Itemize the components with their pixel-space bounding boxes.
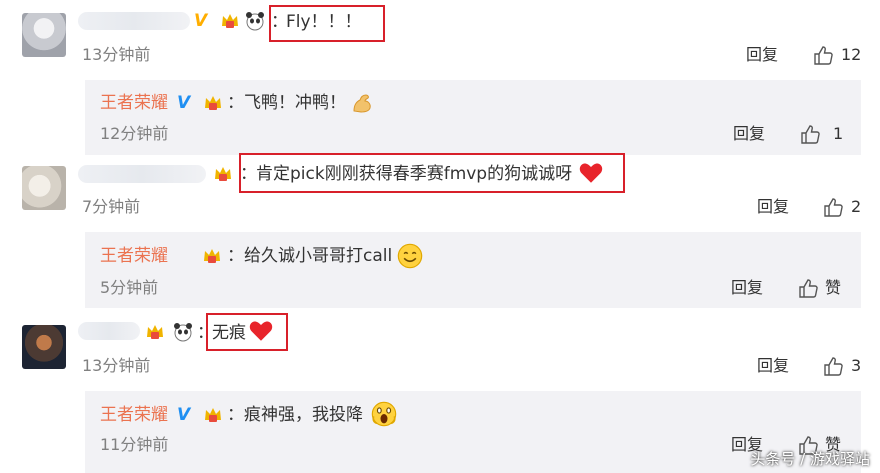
panda-badge-icon — [246, 12, 264, 31]
reply-author[interactable]: 王者荣耀 — [100, 245, 168, 267]
like-count: 2 — [851, 197, 862, 216]
reply-text: 痕神强，我投降 — [244, 405, 363, 425]
smiling-face-icon — [397, 243, 423, 269]
reply-author[interactable]: 王者荣耀 — [100, 92, 168, 114]
avatar[interactable] — [22, 13, 66, 57]
reply-container: 王者荣耀 V ： 飞鸭！冲鸭！ 12分钟前 回复 1 — [85, 80, 861, 155]
comment-text: Fly！！！ — [286, 12, 362, 32]
reply-time: 5分钟前 — [100, 278, 159, 297]
reply-button[interactable]: 回复 — [733, 123, 765, 145]
flexed-biceps-icon — [353, 94, 371, 113]
reply-button[interactable]: 回复 — [731, 277, 763, 299]
reply-time: 12分钟前 — [100, 124, 169, 143]
comment-time: 7分钟前 — [82, 197, 141, 216]
reply-text: 给久诚小哥哥打call — [244, 246, 393, 266]
like-count: 12 — [841, 45, 862, 64]
colon: ： — [227, 246, 244, 266]
crown-badge-icon — [215, 167, 231, 181]
thumbs-up-icon[interactable] — [822, 355, 844, 377]
comment-time: 13分钟前 — [82, 356, 151, 375]
like-count: 1 — [833, 124, 844, 143]
crown-badge-icon — [205, 408, 221, 422]
thumbs-up-icon[interactable] — [797, 277, 819, 299]
crown-badge-icon — [204, 249, 220, 263]
username-blurred[interactable] — [78, 322, 140, 340]
like-label[interactable]: 赞 — [825, 277, 841, 299]
comment-text: 无痕 — [212, 323, 246, 343]
colon: ： — [227, 405, 244, 425]
username-blurred[interactable] — [78, 12, 190, 30]
panda-badge-icon — [174, 323, 192, 342]
red-heart-icon — [249, 321, 273, 341]
reply-text: 飞鸭！冲鸭！ — [244, 93, 346, 113]
crown-badge-icon — [205, 96, 221, 110]
watermark: 头条号 / 游戏驿站 — [750, 450, 870, 468]
avatar[interactable] — [22, 325, 66, 369]
avatar[interactable] — [22, 166, 66, 210]
reply-container: 王者荣耀 V ： 痕神强，我投降 11分钟前 回复 赞 — [85, 391, 861, 473]
verified-gold-icon: V — [194, 11, 208, 31]
like-count: 3 — [851, 356, 862, 375]
colon: ： — [240, 164, 257, 184]
crown-badge-icon — [222, 14, 238, 28]
thumbs-up-icon[interactable] — [812, 44, 834, 66]
reply-author[interactable]: 王者荣耀 — [100, 404, 168, 426]
reply-container: 王者荣耀 ： 给久诚小哥哥打call 5分钟前 回复 赞 — [85, 232, 861, 308]
thumbs-up-icon[interactable] — [822, 196, 844, 218]
reply-button[interactable]: 回复 — [757, 196, 789, 218]
reply-button[interactable]: 回复 — [757, 355, 789, 377]
thumbs-up-icon[interactable] — [799, 123, 821, 145]
comment-time: 13分钟前 — [82, 45, 151, 64]
screaming-face-icon — [371, 401, 397, 427]
reply-button[interactable]: 回复 — [746, 44, 778, 66]
red-heart-icon — [579, 163, 603, 183]
crown-badge-icon — [147, 325, 163, 339]
colon: ： — [227, 93, 244, 113]
reply-time: 11分钟前 — [100, 435, 169, 454]
verified-blue-icon: V — [177, 93, 191, 113]
username-blurred[interactable] — [78, 165, 206, 183]
verified-blue-icon: V — [177, 405, 191, 425]
comment-text: 肯定pick刚刚获得春季赛fmvp的狗诚诚呀 — [256, 164, 573, 184]
